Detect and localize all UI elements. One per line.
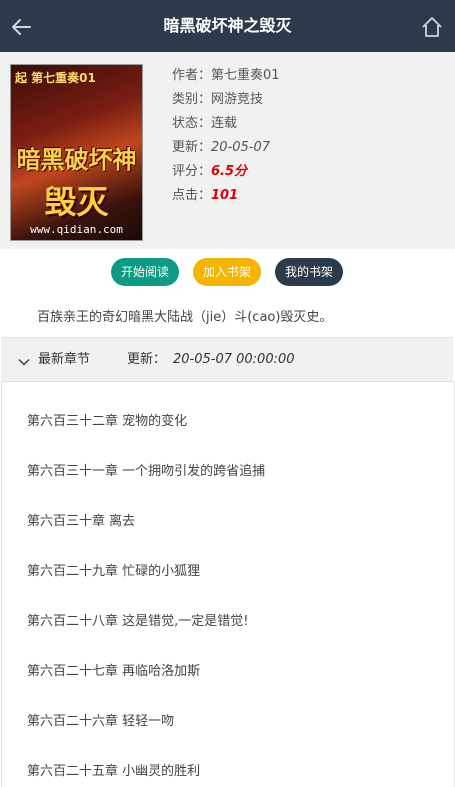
meta-label: 更新： bbox=[172, 140, 212, 155]
chapter-link[interactable]: 第六百二十八章 这是错觉,一定是错觉! bbox=[27, 610, 248, 629]
update-label: 更新： bbox=[127, 352, 167, 367]
page-title: 暗黑破坏神之毁灭 bbox=[163, 16, 292, 35]
add-to-shelf-button[interactable]: 加入书架 bbox=[193, 258, 262, 286]
book-meta: 作者：第七重奏01 类别：网游竞技 状态：连载 更新：20-05-07 评分：6… bbox=[172, 64, 280, 208]
chapter-list: 第六百三十二章 宠物的变化 第六百三十一章 一个拥吻引发的跨省追捕 第六百三十章… bbox=[1, 381, 455, 787]
update-time: 20-05-07 00:00:00 bbox=[173, 352, 295, 367]
chevron-down-icon[interactable] bbox=[18, 353, 30, 366]
cover-title-text: 暗黑破坏神 bbox=[16, 146, 137, 174]
chapter-link[interactable]: 第六百二十五章 小幽灵的胜利 bbox=[27, 760, 200, 779]
cover-url-text: www.qidian.com bbox=[30, 223, 123, 236]
book-info-panel: 起 第七重奏01 暗黑破坏神 毁灭 www.qidian.com 作者：第七重奏… bbox=[0, 52, 455, 249]
clicks-value: 101 bbox=[211, 188, 239, 203]
start-reading-button[interactable]: 开始阅读 bbox=[111, 258, 180, 286]
action-buttons: 开始阅读 加入书架 我的书架 bbox=[0, 258, 455, 288]
category-value: 网游竞技 bbox=[211, 92, 264, 107]
home-icon[interactable] bbox=[419, 14, 445, 40]
cover-subtitle-text: 毁灭 bbox=[44, 183, 109, 221]
chapter-link[interactable]: 第六百三十一章 一个拥吻引发的跨省追捕 bbox=[27, 460, 265, 479]
book-description: 百族亲王的奇幻暗黑大陆战（jie）斗(cao)毁灭史。 bbox=[37, 310, 333, 325]
meta-label: 作者： bbox=[172, 68, 212, 83]
meta-label: 状态： bbox=[172, 116, 212, 131]
meta-rating: 评分：6.5分 bbox=[172, 160, 280, 184]
meta-status: 状态：连载 bbox=[172, 112, 280, 136]
book-cover[interactable]: 起 第七重奏01 暗黑破坏神 毁灭 www.qidian.com bbox=[10, 64, 143, 241]
meta-category: 类别：网游竞技 bbox=[172, 88, 280, 112]
meta-updated: 更新：20-05-07 bbox=[172, 136, 280, 160]
top-bar: 暗黑破坏神之毁灭 bbox=[0, 0, 455, 52]
meta-author: 作者：第七重奏01 bbox=[172, 64, 280, 88]
meta-label: 点击： bbox=[172, 188, 212, 203]
meta-label: 评分： bbox=[172, 164, 212, 179]
author-value: 第七重奏01 bbox=[211, 68, 280, 83]
chapter-link[interactable]: 第六百二十七章 再临哈洛加斯 bbox=[27, 660, 200, 679]
meta-label: 类别： bbox=[172, 92, 212, 107]
my-shelf-button[interactable]: 我的书架 bbox=[275, 258, 344, 286]
chapter-link[interactable]: 第六百二十九章 忙碌的小狐狸 bbox=[27, 560, 200, 579]
meta-clicks: 点击：101 bbox=[172, 184, 280, 208]
status-value: 连载 bbox=[211, 116, 238, 131]
cover-top-text: 起 第七重奏01 bbox=[15, 71, 96, 85]
chapter-link[interactable]: 第六百二十六章 轻轻一吻 bbox=[27, 710, 174, 729]
latest-chapters-label: 最新章节 bbox=[38, 352, 91, 367]
chapter-link[interactable]: 第六百三十二章 宠物的变化 bbox=[27, 410, 187, 429]
latest-chapters-header[interactable]: 最新章节 更新： 20-05-07 00:00:00 bbox=[1, 337, 453, 382]
back-arrow-icon[interactable] bbox=[8, 14, 34, 40]
chapter-link[interactable]: 第六百三十章 离去 bbox=[27, 510, 135, 529]
updated-value: 20-05-07 bbox=[211, 140, 271, 155]
rating-value: 6.5分 bbox=[211, 164, 248, 179]
